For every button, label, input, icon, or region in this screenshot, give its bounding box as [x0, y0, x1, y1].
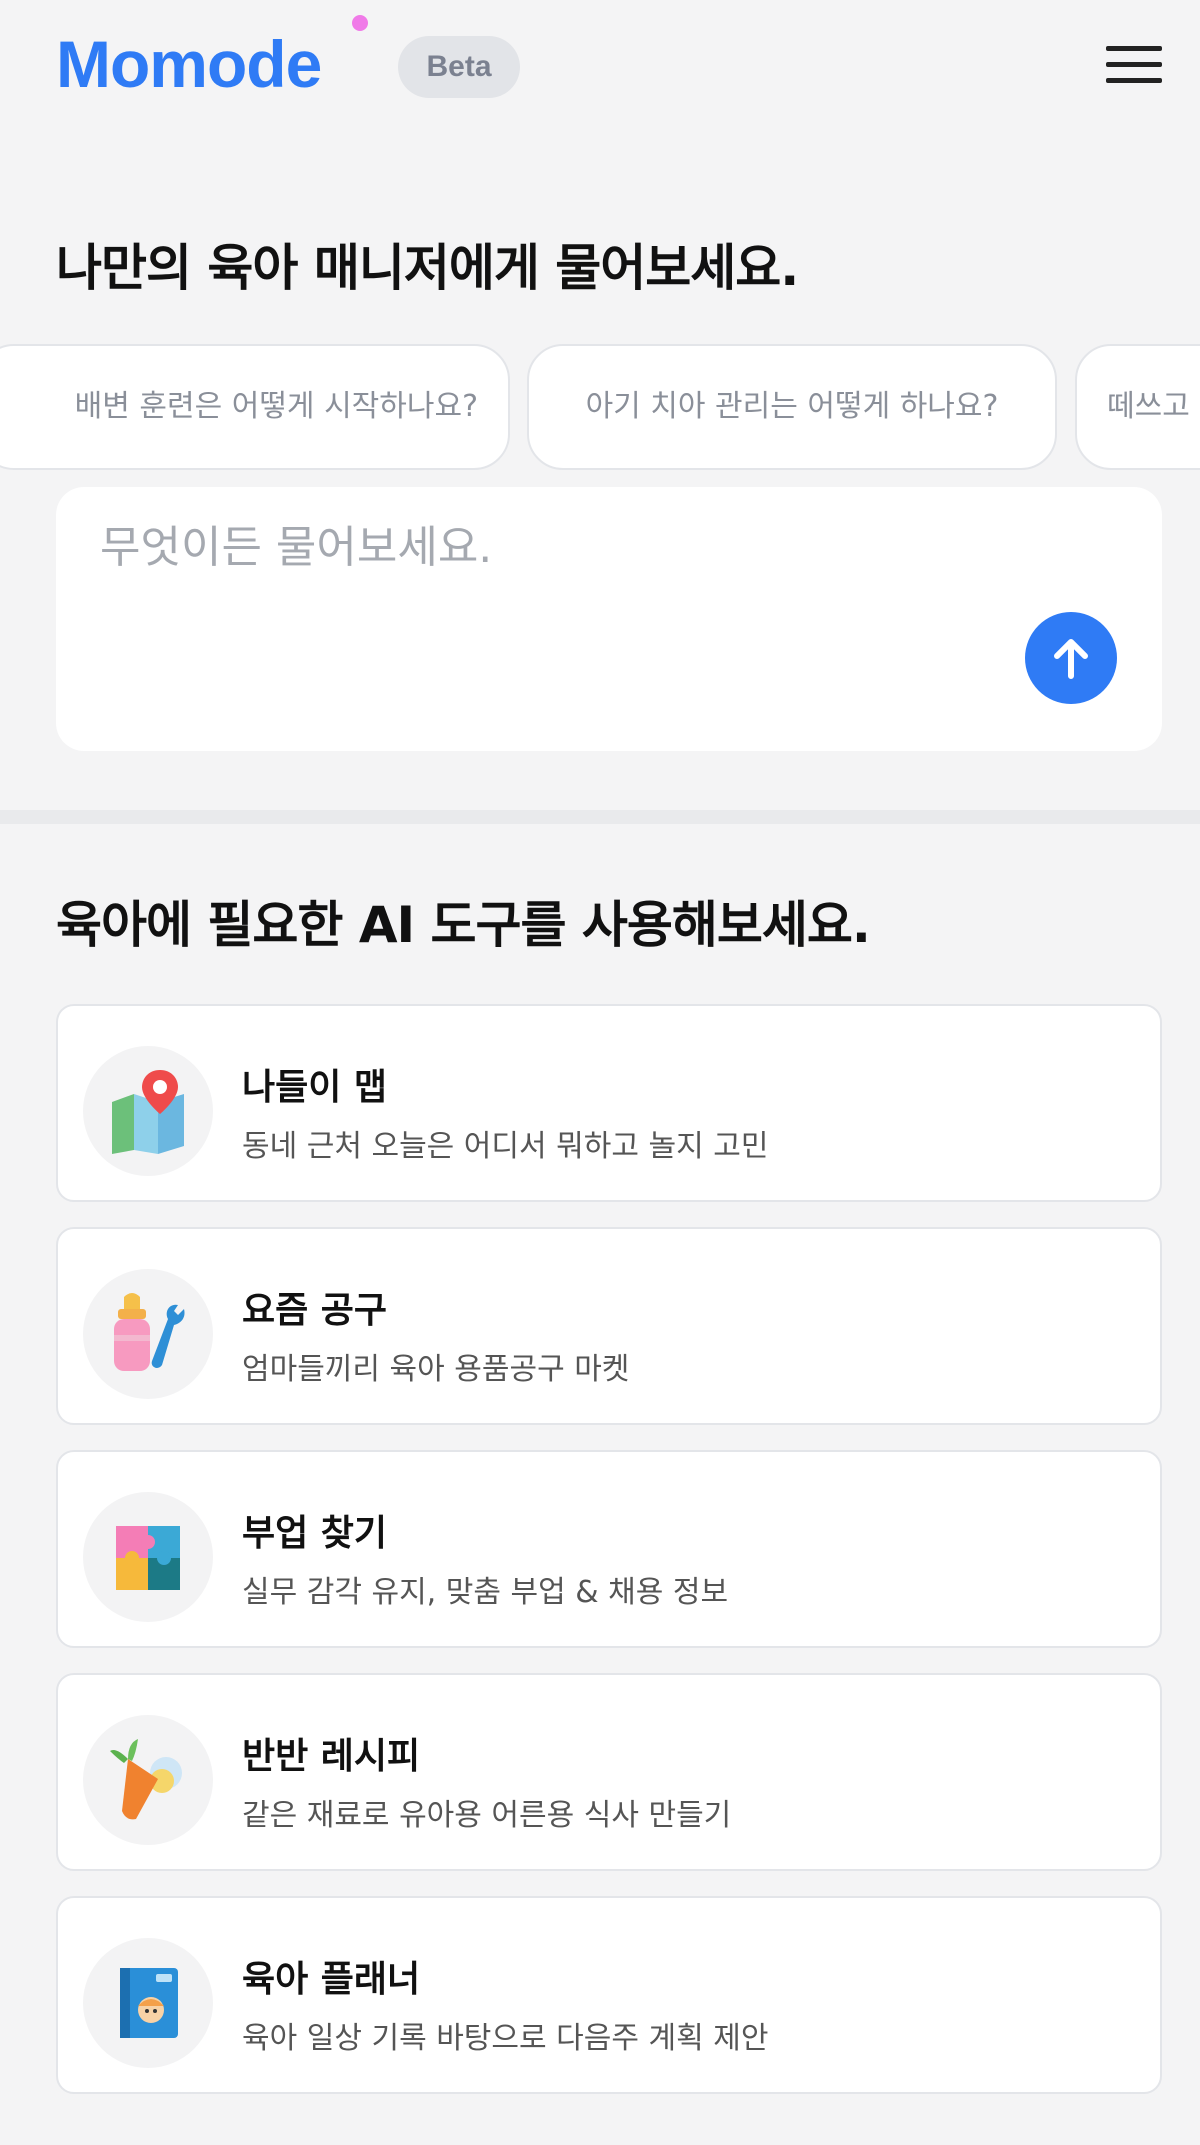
tool-description: 육아 일상 기록 바탕으로 다음주 계획 제안: [242, 2021, 769, 2056]
tool-card-group-buy[interactable]: 요즘 공구 엄마들끼리 육아 용품공구 마켓: [56, 1227, 1162, 1425]
map-pin-icon: [112, 1070, 184, 1154]
tool-title: 요즘 공구: [242, 1290, 388, 1331]
beta-badge: Beta: [398, 36, 520, 98]
ask-section-title: 나만의 육아 매니저에게 물어보세요.: [56, 239, 799, 297]
logo[interactable]: Momode: [56, 26, 322, 102]
arrow-up-icon: [1054, 639, 1088, 679]
tool-title: 반반 레시피: [242, 1736, 421, 1777]
tool-title: 부업 찾기: [242, 1513, 388, 1554]
tool-description: 같은 재료로 유아용 어른용 식사 만들기: [242, 1798, 732, 1833]
ask-input[interactable]: [100, 517, 1000, 577]
suggestion-chip[interactable]: 떼쓰고: [1075, 344, 1200, 470]
bottle-wrench-icon: [114, 1293, 185, 1371]
ask-box: [56, 487, 1162, 751]
tool-description: 동네 근처 오늘은 어디서 뭐하고 놀지 고민: [242, 1129, 769, 1164]
planner-book-icon: [120, 1968, 178, 2038]
puzzle-icon: [116, 1526, 180, 1590]
tool-card-half-recipe[interactable]: 반반 레시피 같은 재료로 유아용 어른용 식사 만들기: [56, 1673, 1162, 1871]
suggestion-chips: 배변 훈련은 어떻게 시작하나요? 아기 치아 관리는 어떻게 하나요? 떼쓰고: [0, 342, 1200, 472]
tool-title: 육아 플래너: [242, 1959, 421, 2000]
section-divider: [0, 810, 1200, 824]
tool-card-parenting-planner[interactable]: 육아 플래너 육아 일상 기록 바탕으로 다음주 계획 제안: [56, 1896, 1162, 2094]
app-header: Momode Beta: [0, 0, 1200, 140]
logo-dot: [352, 15, 368, 31]
tool-description: 실무 감각 유지, 맞춤 부업 & 채용 정보: [242, 1575, 729, 1610]
tool-card-outing-map[interactable]: 나들이 맵 동네 근처 오늘은 어디서 뭐하고 놀지 고민: [56, 1004, 1162, 1202]
tool-description: 엄마들끼리 육아 용품공구 마켓: [242, 1352, 630, 1387]
send-button[interactable]: [1025, 612, 1117, 704]
suggestion-chip[interactable]: 배변 훈련은 어떻게 시작하나요?: [0, 344, 510, 470]
carrot-icon: [110, 1739, 182, 1820]
hamburger-menu-icon[interactable]: [1100, 38, 1168, 94]
tool-card-side-job[interactable]: 부업 찾기 실무 감각 유지, 맞춤 부업 & 채용 정보: [56, 1450, 1162, 1648]
suggestion-chip[interactable]: 아기 치아 관리는 어떻게 하나요?: [527, 344, 1057, 470]
tools-section-title: 육아에 필요한 AI 도구를 사용해보세요.: [56, 896, 871, 954]
tool-title: 나들이 맵: [242, 1067, 388, 1108]
